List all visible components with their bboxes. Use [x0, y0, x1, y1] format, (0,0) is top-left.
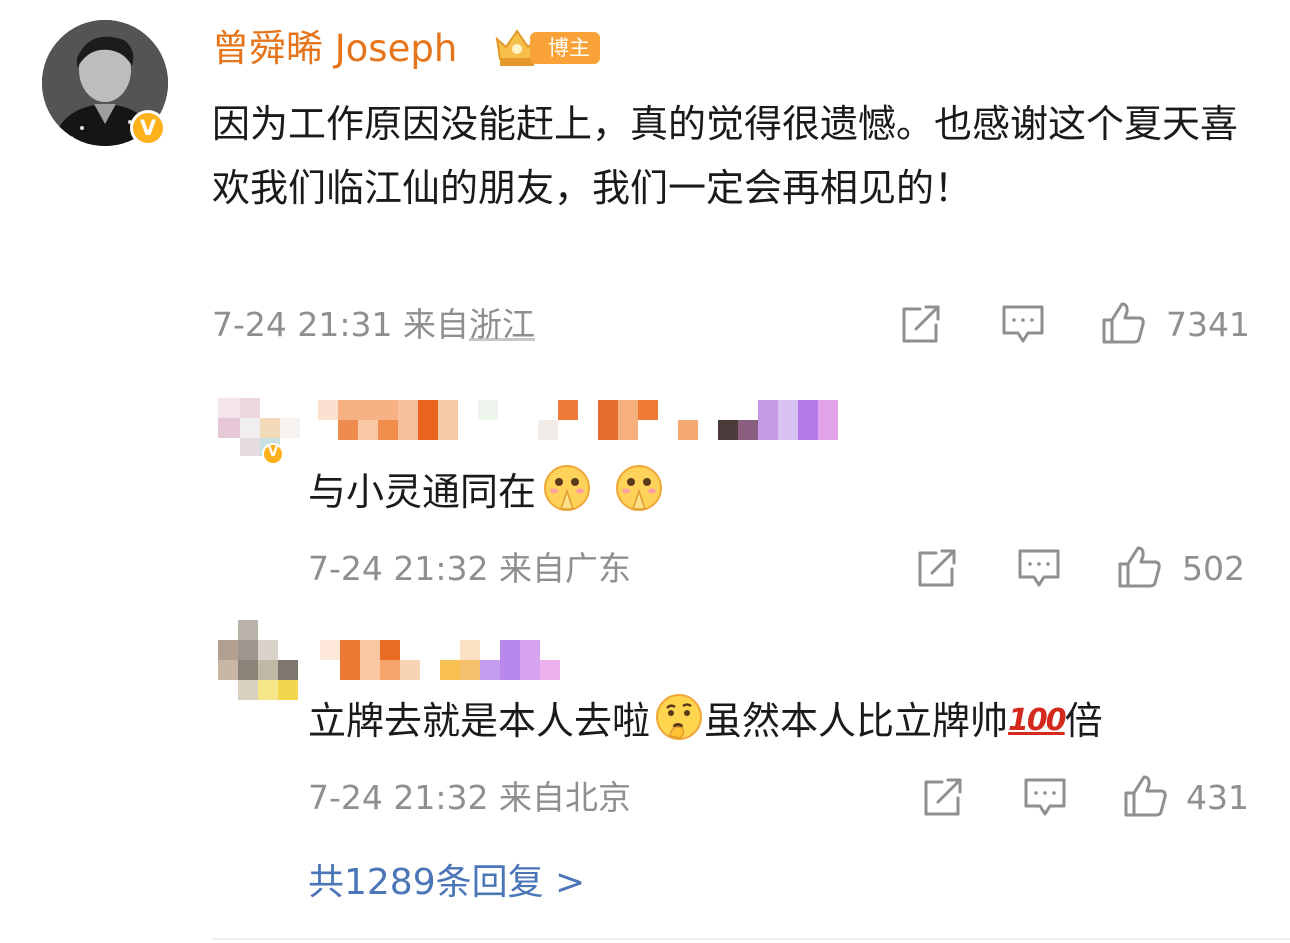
reply-from-label: 来自	[499, 778, 565, 817]
blogger-badge: 博主	[492, 25, 602, 71]
like-icon[interactable]	[1116, 544, 1162, 590]
reply-text: 与小灵通同在	[308, 463, 664, 516]
reply-time: 7-24 21:32	[308, 778, 489, 817]
like-count: 431	[1186, 778, 1249, 817]
like-count: 502	[1182, 549, 1245, 588]
comment-location[interactable]: 浙江	[469, 305, 535, 344]
reply-time: 7-24 21:32	[308, 549, 489, 588]
like-count: 7341	[1166, 305, 1250, 344]
reply-text-content: 与小灵通同在	[308, 470, 537, 514]
like-icon[interactable]	[1122, 773, 1168, 819]
comment-icon[interactable]	[1022, 774, 1068, 820]
reply-text-content-2: 虽然本人比立牌帅	[704, 699, 1009, 743]
hundred-points-emoji: 100	[1008, 703, 1067, 738]
share-icon[interactable]	[898, 301, 944, 347]
thinking-emoji	[654, 692, 704, 742]
reply-username-blurred[interactable]	[320, 640, 560, 680]
reply-meta: 7-24 21:32 来自北京	[308, 778, 631, 818]
pray-emoji	[542, 463, 592, 513]
blogger-badge-label: 博主	[530, 32, 600, 64]
comment-from-label: 来自	[403, 305, 469, 344]
divider	[212, 938, 1290, 940]
reply-location[interactable]: 广东	[565, 549, 631, 588]
verified-icon: V	[130, 110, 166, 146]
share-icon[interactable]	[914, 545, 960, 591]
share-icon[interactable]	[920, 774, 966, 820]
reply-meta: 7-24 21:32 来自广东	[308, 549, 631, 589]
pray-emoji	[614, 463, 664, 513]
reply-avatar-blurred[interactable]	[218, 398, 302, 458]
author-username[interactable]: 曾舜晞 Joseph	[212, 26, 457, 72]
reply-text-content: 立牌去就是本人去啦	[308, 699, 651, 743]
like-icon[interactable]	[1100, 300, 1146, 346]
reply-from-label: 来自	[499, 549, 565, 588]
reply-text-content-3: 倍	[1064, 699, 1103, 743]
reply-verified-icon: V	[262, 443, 284, 465]
reply-text: 立牌去就是本人去啦 虽然本人比立牌帅100倍	[308, 692, 1103, 745]
reply-location[interactable]: 北京	[565, 778, 631, 817]
comment-icon[interactable]	[1016, 545, 1062, 591]
comment-icon[interactable]	[1000, 301, 1046, 347]
comment-text: 因为工作原因没能赶上，真的觉得很遗憾。也感谢这个夏天喜欢我们临江仙的朋友，我们一…	[212, 102, 1239, 210]
reply-avatar-blurred[interactable]	[218, 620, 300, 700]
comment-time: 7-24 21:31	[212, 305, 393, 344]
reply-username-blurred[interactable]	[318, 400, 840, 440]
comment-meta: 7-24 21:31 来自浙江	[212, 305, 535, 345]
more-replies-link[interactable]: 共1289条回复 >	[308, 860, 585, 906]
